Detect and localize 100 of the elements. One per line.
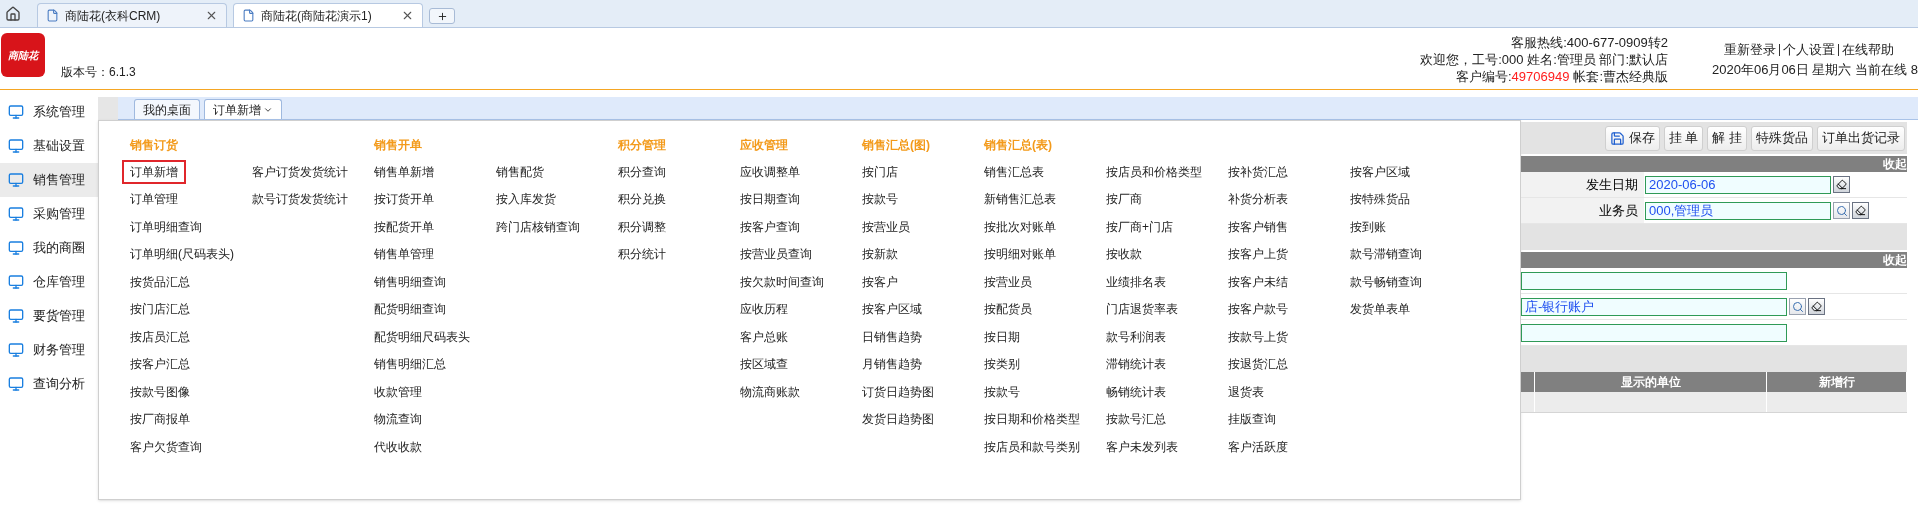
page-tab[interactable]: 我的桌面 <box>134 99 200 119</box>
menu-item[interactable]: 配货明细尺码表头 <box>374 327 470 346</box>
menu-item[interactable]: 客户未发列表 <box>1106 437 1178 456</box>
menu-item[interactable]: 按日期查询 <box>740 190 800 209</box>
menu-item[interactable]: 按客户上货 <box>1228 245 1288 264</box>
menu-item[interactable]: 按客户查询 <box>740 217 800 236</box>
header-link[interactable]: 个人设置 <box>1783 39 1835 60</box>
menu-item[interactable]: 按配货员 <box>984 300 1032 319</box>
sidebar-item[interactable]: 仓库管理 <box>0 265 98 299</box>
menu-item[interactable]: 按客户款号 <box>1228 300 1288 319</box>
menu-item[interactable]: 按客户区域 <box>862 300 922 319</box>
menu-item[interactable]: 积分查询 <box>618 162 666 181</box>
menu-item[interactable]: 日销售趋势 <box>862 327 922 346</box>
menu-item[interactable]: 按退货汇总 <box>1228 355 1288 374</box>
toolbar-button[interactable]: 挂 单 <box>1663 125 1704 151</box>
menu-item[interactable]: 客户活跃度 <box>1228 437 1288 456</box>
toolbar-button[interactable]: 订单出货记录 <box>1817 125 1905 151</box>
close-icon[interactable] <box>401 9 414 22</box>
toolbar-button[interactable]: 保存 <box>1604 125 1660 151</box>
menu-item[interactable]: 按款号 <box>862 190 898 209</box>
menu-item[interactable]: 按日期和价格类型 <box>984 410 1080 429</box>
menu-item[interactable]: 订单明细(尺码表头) <box>130 245 234 264</box>
menu-item[interactable]: 按客户汇总 <box>130 355 190 374</box>
eraser-icon[interactable] <box>1852 202 1869 219</box>
menu-item[interactable]: 按店员和款号类别 <box>984 437 1080 456</box>
menu-item[interactable]: 客户订货发货统计 <box>252 162 348 181</box>
menu-item[interactable]: 销售单新增 <box>374 162 434 181</box>
menu-item[interactable]: 按营业员 <box>984 272 1032 291</box>
menu-item[interactable]: 代收收款 <box>374 437 422 456</box>
menu-item[interactable]: 按到账 <box>1350 217 1386 236</box>
menu-item[interactable]: 门店退货率表 <box>1106 300 1178 319</box>
sidebar-item[interactable]: 基础设置 <box>0 129 98 163</box>
page-tab[interactable]: 订单新增 <box>204 99 282 119</box>
sidebar-item[interactable]: 销售管理 <box>0 163 98 197</box>
menu-item[interactable]: 按客户 <box>862 272 898 291</box>
menu-item[interactable]: 按营业员查询 <box>740 245 812 264</box>
menu-item[interactable]: 物流商账款 <box>740 382 800 401</box>
sidebar-item[interactable]: 要货管理 <box>0 299 98 333</box>
sidebar-item[interactable]: 我的商圈 <box>0 231 98 265</box>
menu-item[interactable]: 按特殊货品 <box>1350 190 1410 209</box>
menu-item[interactable]: 挂版查询 <box>1228 410 1276 429</box>
menu-item[interactable]: 订单明细查询 <box>130 217 202 236</box>
menu-item[interactable]: 按补货汇总 <box>1228 162 1288 181</box>
eraser-icon[interactable] <box>1833 176 1850 193</box>
menu-item[interactable]: 按店员和价格类型 <box>1106 162 1202 181</box>
menu-item[interactable]: 订货日趋势图 <box>862 382 934 401</box>
menu-item[interactable]: 销售明细查询 <box>374 272 446 291</box>
menu-item[interactable]: 按厂商报单 <box>130 410 190 429</box>
menu-item[interactable]: 新销售汇总表 <box>984 190 1056 209</box>
menu-item[interactable]: 款号畅销查询 <box>1350 272 1422 291</box>
menu-item[interactable]: 按款号汇总 <box>1106 410 1166 429</box>
menu-item[interactable]: 销售汇总表 <box>984 162 1044 181</box>
menu-item[interactable]: 按客户销售 <box>1228 217 1288 236</box>
menu-item[interactable]: 款号滞销查询 <box>1350 245 1422 264</box>
menu-item[interactable]: 物流查询 <box>374 410 422 429</box>
menu-item[interactable]: 按明细对账单 <box>984 245 1056 264</box>
menu-item[interactable]: 跨门店核销查询 <box>496 217 580 236</box>
collapse-link[interactable]: 收起 <box>1883 156 1907 172</box>
menu-item[interactable]: 应收调整单 <box>740 162 800 181</box>
menu-item[interactable]: 客户总账 <box>740 327 788 346</box>
menu-item[interactable]: 销售配货 <box>496 162 544 181</box>
menu-item[interactable]: 按日期 <box>984 327 1020 346</box>
home-icon[interactable] <box>5 5 21 22</box>
menu-item[interactable]: 按款号 <box>984 382 1020 401</box>
menu-item[interactable]: 按入库发货 <box>496 190 556 209</box>
sidebar-item[interactable]: 采购管理 <box>0 197 98 231</box>
sidebar-item[interactable]: 查询分析 <box>0 367 98 401</box>
input-field[interactable]: 2020-06-06 <box>1645 175 1831 194</box>
input-field[interactable]: 店-银行账户 <box>1521 297 1787 316</box>
menu-item[interactable]: 按配货开单 <box>374 217 434 236</box>
menu-item[interactable]: 按款号上货 <box>1228 327 1288 346</box>
menu-item[interactable]: 按门店汇总 <box>130 300 190 319</box>
menu-item[interactable]: 按区域查 <box>740 355 788 374</box>
menu-item[interactable]: 按收款 <box>1106 245 1142 264</box>
collapse-link[interactable]: 收起 <box>1883 252 1907 268</box>
menu-item[interactable]: 客户欠货查询 <box>130 437 202 456</box>
menu-item[interactable]: 发货日趋势图 <box>862 410 934 429</box>
menu-item[interactable]: 配货明细查询 <box>374 300 446 319</box>
toolbar-button[interactable]: 特殊货品 <box>1751 125 1813 151</box>
menu-item[interactable]: 应收历程 <box>740 300 788 319</box>
eraser-icon[interactable] <box>1808 298 1825 315</box>
menu-item[interactable]: 积分调整 <box>618 217 666 236</box>
toolbar-button[interactable]: 解 挂 <box>1707 125 1747 151</box>
input-field[interactable]: 000,管理员 <box>1645 201 1831 220</box>
new-tab-button[interactable] <box>429 8 455 24</box>
menu-item[interactable]: 按货品汇总 <box>130 272 190 291</box>
menu-item[interactable]: 按批次对账单 <box>984 217 1056 236</box>
menu-item[interactable]: 退货表 <box>1228 382 1264 401</box>
browser-tab[interactable]: 商陆花(商陆花演示1) <box>233 3 423 27</box>
menu-item[interactable]: 畅销统计表 <box>1106 382 1166 401</box>
menu-item[interactable]: 补货分析表 <box>1228 190 1288 209</box>
close-icon[interactable] <box>205 9 218 22</box>
menu-item[interactable]: 积分统计 <box>618 245 666 264</box>
menu-item[interactable]: 按门店 <box>862 162 898 181</box>
menu-item[interactable]: 按客户区域 <box>1350 162 1410 181</box>
sidebar-item[interactable]: 财务管理 <box>0 333 98 367</box>
sidebar-item[interactable]: 系统管理 <box>0 95 98 129</box>
header-link[interactable]: 在线帮助 <box>1842 39 1894 60</box>
menu-item[interactable]: 收款管理 <box>374 382 422 401</box>
menu-item[interactable]: 按类别 <box>984 355 1020 374</box>
